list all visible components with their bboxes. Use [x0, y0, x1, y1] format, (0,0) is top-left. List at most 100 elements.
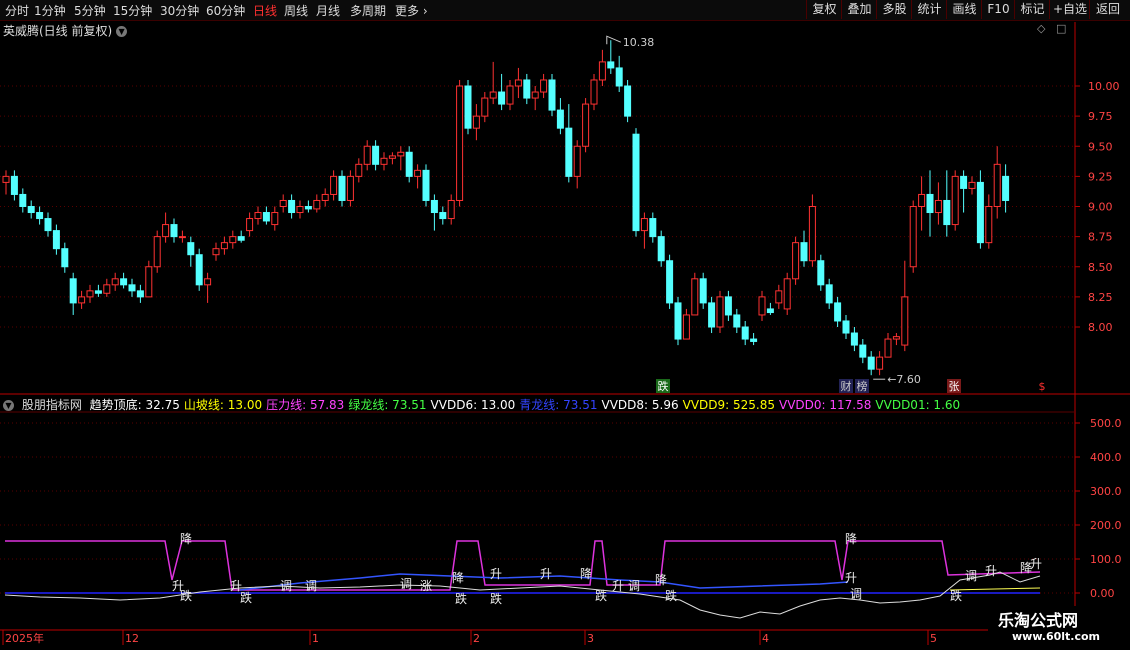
event-tag[interactable]: 财	[839, 379, 853, 393]
candle[interactable]	[61, 242, 69, 273]
candle[interactable]	[170, 218, 178, 243]
candle[interactable]	[86, 284, 94, 303]
candle[interactable]	[632, 128, 640, 237]
candle[interactable]	[162, 212, 170, 243]
candle[interactable]	[304, 200, 312, 213]
candle[interactable]	[783, 272, 791, 315]
candle[interactable]	[724, 290, 732, 321]
candle[interactable]	[237, 230, 245, 243]
candle[interactable]	[884, 333, 892, 358]
candle[interactable]	[136, 284, 144, 303]
candle[interactable]	[792, 236, 800, 285]
candle[interactable]	[926, 170, 934, 237]
candle[interactable]	[464, 79, 472, 135]
candle[interactable]	[120, 272, 128, 289]
candle[interactable]	[195, 248, 203, 291]
candle[interactable]	[397, 146, 405, 171]
candle[interactable]	[514, 67, 522, 99]
candle[interactable]	[204, 272, 212, 303]
candle[interactable]	[741, 320, 749, 346]
candle[interactable]	[246, 212, 254, 237]
candle[interactable]	[666, 254, 674, 309]
candle[interactable]	[691, 272, 699, 316]
event-tag[interactable]: 跌	[656, 379, 670, 393]
candle[interactable]	[212, 242, 220, 261]
candle[interactable]	[78, 290, 86, 309]
candle[interactable]	[985, 194, 993, 249]
candle[interactable]	[153, 230, 161, 273]
candle[interactable]	[901, 260, 909, 352]
candle[interactable]	[279, 194, 287, 213]
candle[interactable]	[523, 73, 531, 105]
candle[interactable]	[943, 170, 951, 237]
candle[interactable]	[439, 206, 447, 225]
candle[interactable]	[607, 40, 615, 74]
candle[interactable]	[430, 194, 438, 231]
candle[interactable]	[414, 164, 422, 189]
event-tag[interactable]: 榜	[855, 379, 869, 393]
candle[interactable]	[489, 61, 497, 105]
candle[interactable]	[766, 302, 774, 315]
chart-canvas[interactable]: 10.009.759.509.259.008.758.508.258.00 10…	[0, 0, 1130, 650]
candle[interactable]	[254, 206, 262, 225]
candle[interactable]	[111, 272, 119, 291]
candle[interactable]	[330, 170, 338, 201]
candle[interactable]	[288, 194, 296, 219]
candle[interactable]	[363, 140, 371, 171]
candle[interactable]	[313, 194, 321, 213]
candle[interactable]	[540, 73, 548, 99]
candle[interactable]	[321, 188, 329, 207]
candle[interactable]	[2, 170, 10, 195]
candle[interactable]	[892, 333, 900, 346]
candle[interactable]	[422, 164, 430, 207]
candle[interactable]	[960, 170, 968, 213]
candle[interactable]	[178, 230, 186, 243]
candle[interactable]	[271, 206, 279, 231]
candle[interactable]	[338, 170, 346, 207]
candle[interactable]	[598, 49, 606, 86]
candle[interactable]	[859, 339, 867, 364]
candle[interactable]	[548, 73, 556, 117]
candle[interactable]	[909, 200, 917, 273]
candle[interactable]	[918, 176, 926, 231]
candle[interactable]	[682, 308, 690, 340]
candle[interactable]	[951, 170, 959, 231]
candle[interactable]	[640, 212, 648, 249]
candle[interactable]	[498, 73, 506, 111]
candle[interactable]	[775, 284, 783, 309]
candle[interactable]	[94, 284, 102, 297]
candle[interactable]	[506, 79, 514, 111]
candle[interactable]	[733, 308, 741, 334]
candle[interactable]	[808, 194, 816, 267]
candle[interactable]	[44, 212, 52, 237]
candle[interactable]	[657, 230, 665, 267]
candle[interactable]	[481, 92, 489, 123]
candle[interactable]	[447, 194, 455, 225]
candle[interactable]	[842, 314, 850, 340]
candle[interactable]	[582, 98, 590, 153]
candle[interactable]	[220, 236, 228, 255]
candle[interactable]	[187, 236, 195, 267]
candle[interactable]	[590, 73, 598, 111]
candle[interactable]	[674, 296, 682, 346]
candle[interactable]	[708, 296, 716, 334]
candle[interactable]	[262, 206, 270, 225]
candle[interactable]	[615, 55, 623, 93]
candle[interactable]	[556, 98, 564, 135]
candle[interactable]	[758, 290, 766, 321]
candle[interactable]	[355, 158, 363, 183]
candle[interactable]	[372, 140, 380, 171]
candle[interactable]	[817, 254, 825, 291]
candle[interactable]	[993, 146, 1001, 219]
candle[interactable]	[800, 230, 808, 267]
candle[interactable]	[750, 333, 758, 346]
candle[interactable]	[128, 278, 136, 297]
candle[interactable]	[19, 188, 27, 213]
candle[interactable]	[934, 182, 942, 225]
chevron-down-icon[interactable]: ▼	[3, 400, 14, 411]
candle[interactable]	[456, 79, 464, 207]
candle[interactable]	[27, 200, 35, 219]
candle[interactable]	[716, 290, 724, 334]
candle[interactable]	[699, 272, 707, 309]
candle[interactable]	[36, 206, 44, 225]
